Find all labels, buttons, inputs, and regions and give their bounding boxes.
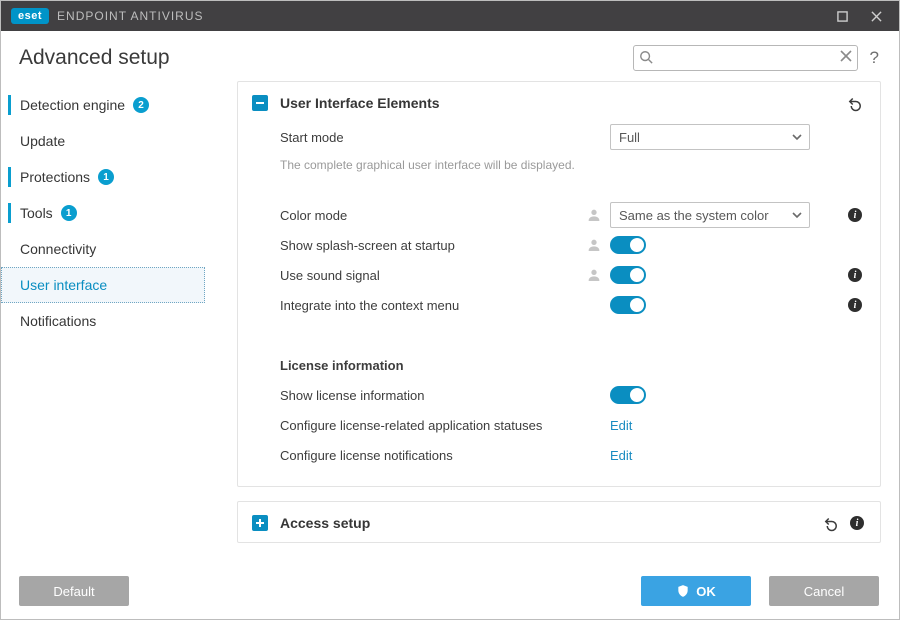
row-start-mode: Start mode Full [280,122,862,152]
button-label: OK [696,584,716,599]
row-splash: Show splash-screen at startup [280,230,862,260]
sidebar-item-protections[interactable]: Protections 1 [1,159,205,195]
panel-body: Start mode Full The complete graphical u… [238,122,880,486]
label-show-license: Show license information [280,388,610,403]
section-title-license: License information [280,358,610,373]
page-title: Advanced setup [19,46,170,70]
edit-link-status[interactable]: Edit [610,418,632,433]
titlebar: eset ENDPOINT ANTIVIRUS [1,1,899,31]
label-cfg-notif: Configure license notifications [280,448,610,463]
info-button[interactable]: i [850,516,864,530]
help-button[interactable]: ? [870,48,879,68]
plus-icon [255,518,265,528]
window-close-button[interactable] [859,1,893,31]
undo-icon [822,514,840,532]
row-cfg-notif: Configure license notifications Edit [280,440,862,470]
sidebar-badge: 1 [61,205,77,221]
window-maximize-button[interactable] [825,1,859,31]
maximize-icon [837,11,848,22]
sidebar-item-user-interface[interactable]: User interface [1,267,205,303]
select-start-mode[interactable]: Full [610,124,810,150]
sidebar-item-label: Tools [20,205,53,221]
select-value: Same as the system color [619,208,769,223]
sidebar-item-label: Notifications [20,313,96,329]
chevron-down-icon [791,209,803,221]
toggle-sound[interactable] [610,266,646,284]
select-color-mode[interactable]: Same as the system color [610,202,810,228]
panel-header: User Interface Elements [238,82,880,122]
sidebar-item-label: Connectivity [20,241,96,257]
row-license-section: License information [280,350,862,380]
button-label: Default [53,584,94,599]
label-context: Integrate into the context menu [280,298,610,313]
edit-link-notif[interactable]: Edit [610,448,632,463]
minus-icon [255,98,265,108]
row-show-license: Show license information [280,380,862,410]
user-icon [586,207,602,223]
toggle-splash[interactable] [610,236,646,254]
button-label: Cancel [804,584,844,599]
row-cfg-status: Configure license-related application st… [280,410,862,440]
ok-button[interactable]: OK [641,576,751,606]
app-window: eset ENDPOINT ANTIVIRUS Advanced setup ? [0,0,900,620]
toggle-context-menu[interactable] [610,296,646,314]
chevron-down-icon [791,131,803,143]
user-icon [586,237,602,253]
info-button[interactable]: i [848,298,862,312]
sidebar-item-label: Detection engine [20,97,125,113]
undo-icon [846,94,864,112]
sidebar-item-connectivity[interactable]: Connectivity [1,231,205,267]
label-sound: Use sound signal [280,268,610,283]
sidebar-item-update[interactable]: Update [1,123,205,159]
panel-title: Access setup [280,515,370,531]
select-value: Full [619,130,640,145]
shield-icon [676,584,690,598]
sidebar-item-label: Protections [20,169,90,185]
search-field[interactable] [633,45,858,71]
expand-toggle[interactable] [252,515,268,531]
product-name: ENDPOINT ANTIVIRUS [57,9,203,23]
close-icon [871,11,882,22]
row-sound: Use sound signal i [280,260,862,290]
sidebar-item-label: Update [20,133,65,149]
panel-title: User Interface Elements [280,95,440,111]
sidebar-item-tools[interactable]: Tools 1 [1,195,205,231]
info-button[interactable]: i [848,268,862,282]
revert-button[interactable] [846,94,864,112]
row-color-mode: Color mode Same as the system color [280,200,862,230]
user-icon [586,267,602,283]
panel-access-setup: Access setup i [237,501,881,543]
sidebar-item-notifications[interactable]: Notifications [1,303,205,339]
info-button[interactable]: i [848,208,862,222]
label-splash: Show splash-screen at startup [280,238,610,253]
search-icon [639,50,653,64]
collapse-toggle[interactable] [252,95,268,111]
label-color-mode: Color mode [280,208,610,223]
panel-header: Access setup i [238,502,880,542]
hint-start-mode: The complete graphical user interface wi… [280,158,862,172]
label-cfg-status: Configure license-related application st… [280,418,610,433]
clear-search-button[interactable] [840,50,852,62]
search-input[interactable] [633,45,858,71]
default-button[interactable]: Default [19,576,129,606]
footer: Default OK Cancel [1,563,899,619]
sidebar-item-detection-engine[interactable]: Detection engine 2 [1,87,205,123]
row-context-menu: Integrate into the context menu i [280,290,862,320]
brand-badge: eset [11,8,49,24]
panel-ui-elements: User Interface Elements Start mode Full [237,81,881,487]
sidebar: Detection engine 2 Update Protections 1 … [1,81,213,563]
revert-button[interactable] [822,514,840,532]
content: User Interface Elements Start mode Full [213,81,899,563]
sidebar-badge: 1 [98,169,114,185]
label-start-mode: Start mode [280,130,610,145]
toggle-show-license[interactable] [610,386,646,404]
header: Advanced setup ? [1,31,899,81]
cancel-button[interactable]: Cancel [769,576,879,606]
sidebar-item-label: User interface [20,277,107,293]
sidebar-badge: 2 [133,97,149,113]
body: Detection engine 2 Update Protections 1 … [1,81,899,563]
